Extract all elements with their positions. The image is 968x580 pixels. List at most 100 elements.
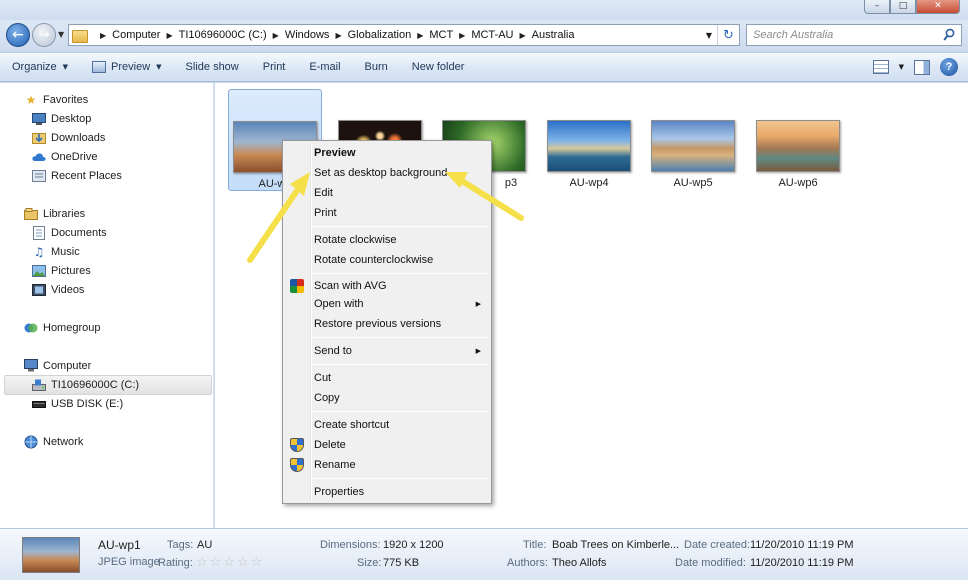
nav-usb-disk[interactable]: USB DISK (E:) [32,394,123,413]
libraries-icon [24,207,38,221]
star-icon[interactable]: ☆ [196,556,208,570]
rating-stars[interactable]: ☆ ☆ ☆ ☆ ☆ [196,556,262,570]
star-icon[interactable]: ☆ [251,556,263,570]
nav-computer[interactable]: Computer [24,356,91,375]
menu-item-delete[interactable]: Delete [285,435,489,455]
menu-item-open-with[interactable]: Open with ▶ [285,294,489,314]
file-item-au-wp5[interactable]: AU-wp5 [646,89,740,191]
breadcrumb-mct-au[interactable]: MCT-AU [471,29,513,41]
details-title-value[interactable]: Boab Trees on Kimberle... [552,539,679,551]
breadcrumb-windows[interactable]: Windows [285,29,330,41]
nav-network[interactable]: Network [24,432,83,451]
star-icon[interactable]: ☆ [210,556,222,570]
menu-item-preview[interactable]: Preview [285,143,489,163]
nav-homegroup[interactable]: Homegroup [24,318,100,337]
nav-music[interactable]: ♫ Music [32,242,80,261]
chevron-down-icon[interactable]: ▼ [899,63,904,71]
menu-item-cut[interactable]: Cut [285,368,489,388]
menu-item-open-with-label: Open with [314,298,364,310]
menu-item-rotate-clockwise[interactable]: Rotate clockwise [285,230,489,250]
chevron-right-icon[interactable]: ▶ [459,31,465,40]
star-icon[interactable]: ☆ [237,556,249,570]
uac-shield-icon [290,458,304,472]
search-box[interactable] [746,24,962,46]
menu-item-copy[interactable]: Copy [285,388,489,408]
uac-shield-icon [290,438,304,452]
menu-item-edit[interactable]: Edit [285,183,489,203]
file-name-label: p3 [504,177,518,189]
chevron-right-icon[interactable]: ▶ [166,31,172,40]
menu-item-rename[interactable]: Rename [285,455,489,475]
slideshow-button[interactable]: Slide show [174,52,251,82]
preview-menu[interactable]: Preview ▼ [80,52,174,82]
nav-onedrive[interactable]: OneDrive [32,147,97,166]
new-folder-button[interactable]: New folder [400,52,477,82]
menu-item-send-to[interactable]: Send to ▶ [285,341,489,361]
details-authors-value[interactable]: Theo Allofs [552,557,606,569]
menu-item-rotate-counterclockwise[interactable]: Rotate counterclockwise [285,250,489,270]
email-button[interactable]: E-mail [297,52,352,82]
chevron-right-icon[interactable]: ▶ [100,31,106,40]
address-bar[interactable]: ▶ Computer ▶ TI10696000C (C:) ▶ Windows … [68,24,740,46]
menu-item-scan-label: Scan with AVG [314,280,387,292]
menu-item-properties[interactable]: Properties [285,482,489,502]
refresh-icon[interactable]: ↻ [717,25,739,45]
print-button[interactable]: Print [251,52,298,82]
nav-downloads[interactable]: Downloads [32,128,105,147]
star-icon: ★ [25,92,37,107]
breadcrumb-mct[interactable]: MCT [429,29,453,41]
maximize-button[interactable]: □ [890,0,916,14]
menu-separator [312,226,488,227]
forward-button[interactable]: → [32,23,56,47]
menu-item-scan-with-avg[interactable]: Scan with AVG [285,276,489,296]
file-item-au-wp6[interactable]: AU-wp6 [751,89,845,191]
details-dimensions-key: Dimensions: [320,539,381,551]
details-pane: AU-wp1 JPEG image Tags: AU Rating: ☆ ☆ ☆… [0,528,968,580]
thumbnail-image [547,120,631,172]
details-tags-value[interactable]: AU [197,539,212,551]
search-icon[interactable] [943,28,955,42]
chevron-down-icon: ▼ [62,63,69,71]
menu-item-restore-previous-versions[interactable]: Restore previous versions [285,314,489,334]
help-button[interactable]: ? [940,58,958,76]
breadcrumb-computer[interactable]: Computer [112,29,160,41]
nav-libraries[interactable]: Libraries [24,204,85,223]
minimize-button[interactable]: – [864,0,890,14]
nav-pictures[interactable]: Pictures [32,261,91,280]
preview-pane-icon[interactable] [914,59,930,75]
folder-icon [72,28,90,43]
close-button[interactable]: ✕ [916,0,960,14]
search-input[interactable] [753,29,933,41]
change-view-icon[interactable] [872,60,889,74]
arrow-left-icon: ← [12,27,24,43]
nav-favorites[interactable]: ★ Favorites [24,90,89,109]
nav-documents[interactable]: Documents [32,223,107,242]
thumbnail-image [651,120,735,172]
chevron-right-icon[interactable]: ▶ [335,31,341,40]
avg-icon [290,279,304,293]
menu-item-create-shortcut[interactable]: Create shortcut [285,415,489,435]
file-item-au-wp4[interactable]: AU-wp4 [542,89,636,191]
chevron-right-icon[interactable]: ▶ [520,31,526,40]
details-file-name: AU-wp1 [98,538,141,552]
breadcrumb-australia[interactable]: Australia [532,29,575,41]
burn-button[interactable]: Burn [353,52,400,82]
star-icon[interactable]: ☆ [223,556,235,570]
nav-desktop[interactable]: Desktop [32,109,91,128]
organize-menu[interactable]: Organize ▼ [0,52,80,82]
address-history-dropdown[interactable]: ▼ [701,31,717,40]
menu-item-print[interactable]: Print [285,203,489,223]
details-file-type: JPEG image [98,556,160,568]
breadcrumb-globalization[interactable]: Globalization [348,29,412,41]
recent-pages-dropdown[interactable]: ▼ [58,30,64,39]
nav-computer-label: Computer [43,359,92,372]
nav-recent-places[interactable]: Recent Places [32,166,122,185]
chevron-right-icon[interactable]: ▶ [417,31,423,40]
back-button[interactable]: ← [6,23,30,47]
nav-videos[interactable]: Videos [32,280,84,299]
chevron-right-icon[interactable]: ▶ [273,31,279,40]
breadcrumb-drive-c[interactable]: TI10696000C (C:) [179,29,267,41]
nav-drive-c[interactable]: TI10696000C (C:) [32,375,139,394]
menu-item-set-desktop-background[interactable]: Set as desktop background [285,163,489,183]
details-date-modified-key: Date modified: [675,557,746,569]
